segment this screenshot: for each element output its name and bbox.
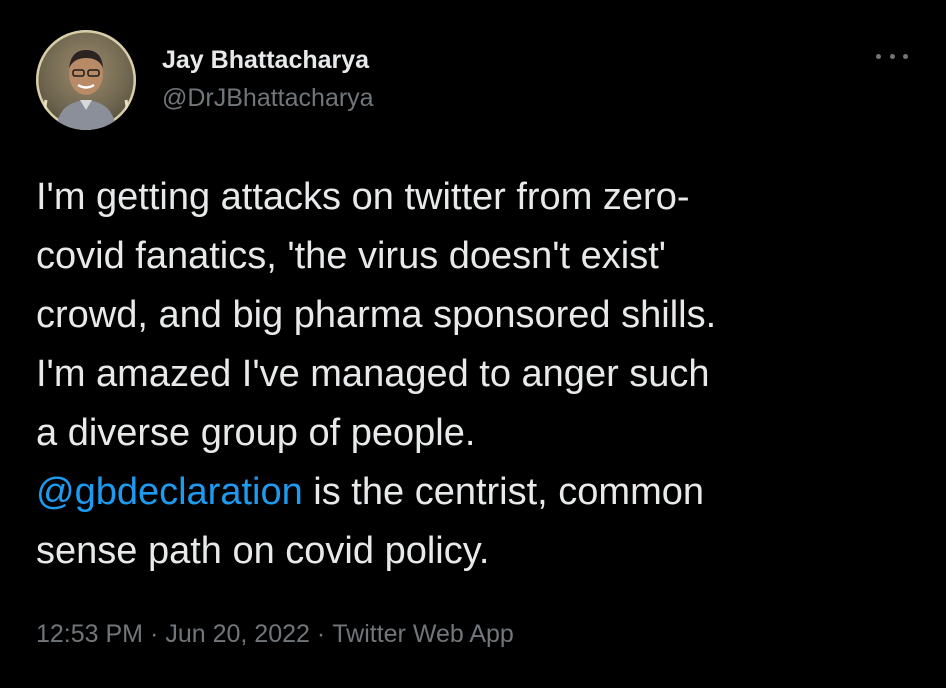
author-names: Jay Bhattacharya @DrJBhattacharya bbox=[162, 44, 374, 114]
avatar[interactable] bbox=[36, 30, 136, 130]
tweet-line: covid fanatics, 'the virus doesn't exist… bbox=[36, 235, 667, 277]
avatar-photo-icon bbox=[36, 30, 136, 130]
meta-separator: · bbox=[150, 620, 159, 648]
author-display-name[interactable]: Jay Bhattacharya bbox=[162, 44, 374, 76]
tweet-line-with-mention: @gbdeclaration is the centrist, common bbox=[36, 463, 916, 522]
author-handle[interactable]: @DrJBhattacharya bbox=[162, 82, 374, 114]
tweet-line: I'm amazed I've managed to anger such bbox=[36, 353, 710, 395]
more-dot bbox=[889, 53, 895, 59]
mention-link[interactable]: @gbdeclaration bbox=[36, 471, 303, 513]
tweet-meta: 12:53 PM · Jun 20, 2022 · Twitter Web App bbox=[36, 618, 514, 650]
tweet-line-rest: is the centrist, common bbox=[302, 471, 704, 513]
tweet-line: I'm getting attacks on twitter from zero… bbox=[36, 176, 690, 218]
tweet-card: Jay Bhattacharya @DrJBhattacharya I'm ge… bbox=[0, 0, 946, 688]
tweet-date-link[interactable]: Jun 20, 2022 bbox=[165, 620, 310, 648]
tweet-header: Jay Bhattacharya @DrJBhattacharya bbox=[36, 30, 910, 130]
meta-separator: · bbox=[316, 620, 326, 648]
more-dot bbox=[876, 53, 881, 59]
tweet-line: crowd, and big pharma sponsored shills. bbox=[36, 294, 717, 336]
more-options-icon[interactable] bbox=[876, 48, 908, 64]
tweet-line: a diverse group of people. bbox=[36, 412, 476, 454]
tweet-source-link[interactable]: Twitter Web App bbox=[332, 620, 514, 648]
tweet-line: sense path on covid policy. bbox=[36, 530, 490, 572]
tweet-time-link[interactable]: 12:53 PM bbox=[36, 620, 143, 648]
more-dot bbox=[903, 53, 908, 59]
tweet-text: I'm getting attacks on twitter from zero… bbox=[36, 168, 916, 581]
